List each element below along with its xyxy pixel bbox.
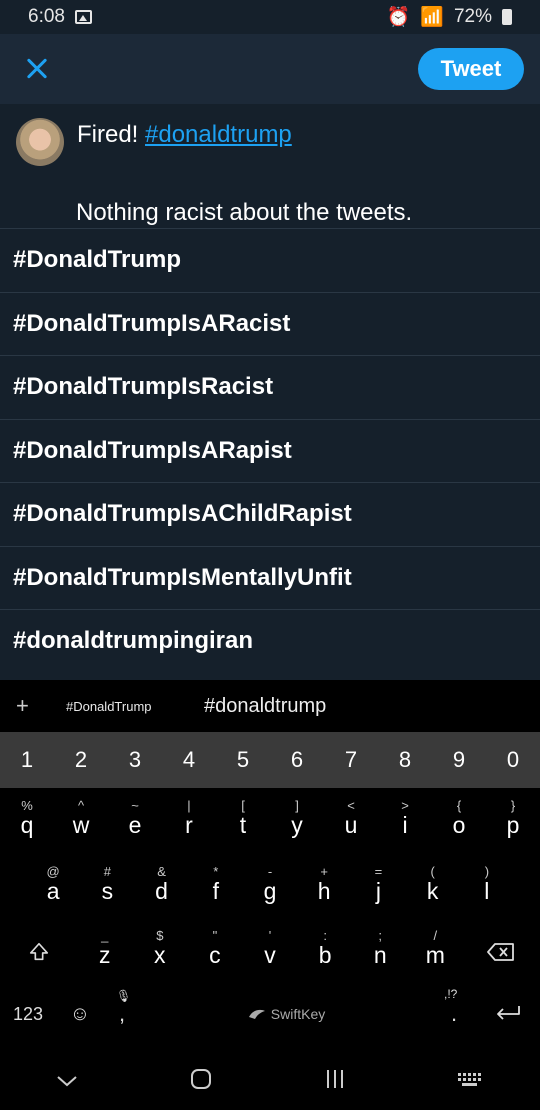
key-o[interactable]: {o — [432, 790, 486, 854]
key-1[interactable]: 1 — [0, 747, 54, 773]
key-8[interactable]: 8 — [378, 747, 432, 773]
key-0[interactable]: 0 — [486, 747, 540, 773]
alarm-icon: ⏰ — [386, 7, 411, 28]
backspace-icon — [487, 943, 515, 961]
keyboard-switch-icon[interactable] — [457, 1068, 485, 1096]
key-g[interactable]: -g — [243, 856, 297, 920]
wifi-icon: 📶 — [420, 7, 444, 28]
swiftkey-logo-icon — [248, 1009, 265, 1019]
close-icon[interactable] — [22, 54, 52, 84]
key-3[interactable]: 3 — [108, 747, 162, 773]
key-2[interactable]: 2 — [54, 747, 108, 773]
backspace-key[interactable] — [463, 920, 540, 984]
key-6[interactable]: 6 — [270, 747, 324, 773]
key-row-1: % q ^ w ~ e | r [t ] y < u > i {o } p — [0, 790, 540, 854]
key-row-bottom: 123 ☺ 🎙 , SwiftKey ,!? . — [0, 986, 540, 1042]
suggestion-item[interactable]: #DonaldTrumpIsRacist — [0, 355, 540, 419]
space-brand-label: SwiftKey — [270, 1006, 326, 1022]
microphone-icon: 🎙 — [116, 989, 132, 1003]
battery-percent: 72% — [453, 6, 492, 27]
numbers-symbols-key[interactable]: 123 — [0, 1004, 56, 1025]
key-9[interactable]: 9 — [432, 747, 486, 773]
emoji-icon[interactable]: ☺ — [56, 1003, 104, 1026]
number-row: 1 2 3 4 5 6 7 8 9 0 — [0, 732, 540, 788]
comma-key[interactable]: 🎙 , — [104, 989, 140, 1027]
key-c[interactable]: " c — [187, 920, 242, 984]
gallery-notification-icon — [74, 10, 92, 24]
suggestion-item[interactable]: #DonaldTrumpIsARacist — [0, 291, 540, 356]
key-t[interactable]: [t — [216, 790, 270, 854]
recent-apps-icon[interactable] — [323, 1068, 347, 1097]
compose-area[interactable]: Fired! #donaldtrump Nothing racist about… — [0, 104, 540, 228]
shift-icon — [29, 942, 48, 961]
shift-key[interactable] — [0, 920, 77, 984]
key-5[interactable]: 5 — [216, 747, 270, 773]
status-time: 6:08 — [28, 6, 65, 27]
key-j[interactable]: = j — [351, 856, 405, 920]
compose-hashtag[interactable]: #donaldtrump — [145, 121, 292, 148]
suggestion-item[interactable]: #DonaldTrump — [0, 228, 540, 292]
key-row-3: _ z $ x " c ' v :b ; n / m — [0, 920, 540, 984]
key-n[interactable]: ; n — [353, 920, 408, 984]
suggestion-item[interactable]: #DonaldTrumpIsARapist — [0, 418, 540, 483]
keyboard-suggestion[interactable]: #DonaldTrump — [66, 699, 204, 714]
key-z[interactable]: _ z — [77, 920, 132, 984]
key-x[interactable]: $ x — [132, 920, 187, 984]
key-m[interactable]: / m — [408, 920, 463, 984]
hide-keyboard-icon[interactable] — [55, 1068, 79, 1096]
key-h[interactable]: + h — [297, 856, 351, 920]
keyboard-suggestion[interactable]: #donaldtrump — [204, 695, 326, 718]
keyboard: + #DonaldTrump #donaldtrump 1 2 3 4 5 6 … — [0, 680, 540, 1110]
key-r[interactable]: | r — [162, 790, 216, 854]
key-4[interactable]: 4 — [162, 747, 216, 773]
key-a[interactable]: @ a — [26, 856, 80, 920]
compose-text: Fired! — [77, 121, 146, 148]
key-row-2: @ a # s & d * f -g + h = j (k ) l — [0, 856, 540, 920]
key-f[interactable]: * f — [189, 856, 243, 920]
suggestion-item[interactable]: #donaldtrumpingiran — [0, 609, 540, 673]
enter-icon — [497, 1005, 520, 1020]
key-b[interactable]: :b — [298, 920, 353, 984]
key-i[interactable]: > i — [378, 790, 432, 854]
system-nav-bar — [0, 1054, 540, 1110]
key-s[interactable]: # s — [80, 856, 134, 920]
compose-text-line-1[interactable]: Fired! #donaldtrump — [77, 121, 292, 149]
key-l[interactable]: ) l — [460, 856, 514, 920]
avatar — [16, 118, 64, 166]
plus-icon[interactable]: + — [16, 693, 66, 719]
home-icon[interactable] — [189, 1067, 213, 1098]
key-w[interactable]: ^ w — [54, 790, 108, 854]
key-u[interactable]: < u — [324, 790, 378, 854]
enter-key[interactable] — [476, 999, 540, 1030]
suggestion-item[interactable]: #DonaldTrumpIsAChildRapist — [0, 482, 540, 546]
battery-icon — [502, 9, 512, 25]
key-v[interactable]: ' v — [242, 920, 297, 984]
keyboard-suggestion-bar: + #DonaldTrump #donaldtrump — [0, 680, 540, 732]
key-k[interactable]: (k — [406, 856, 460, 920]
status-bar: 6:08 ⏰ 📶 72% — [0, 0, 540, 34]
space-bar[interactable]: SwiftKey — [140, 1006, 432, 1022]
tweet-button[interactable]: Tweet — [418, 48, 524, 90]
period-key[interactable]: ,!? . — [432, 987, 476, 1027]
key-p[interactable]: } p — [486, 790, 540, 854]
key-q[interactable]: % q — [0, 790, 54, 854]
compose-header: Tweet — [0, 34, 540, 104]
key-e[interactable]: ~ e — [108, 790, 162, 854]
key-7[interactable]: 7 — [324, 747, 378, 773]
suggestion-item[interactable]: #DonaldTrumpIsMentallyUnfit — [0, 545, 540, 610]
key-d[interactable]: & d — [134, 856, 188, 920]
key-y[interactable]: ] y — [270, 790, 324, 854]
compose-text-line-2[interactable]: Nothing racist about the tweets. — [76, 199, 412, 227]
hashtag-suggestions-list: #DonaldTrump #DonaldTrumpIsARacist #Dona… — [0, 228, 540, 680]
